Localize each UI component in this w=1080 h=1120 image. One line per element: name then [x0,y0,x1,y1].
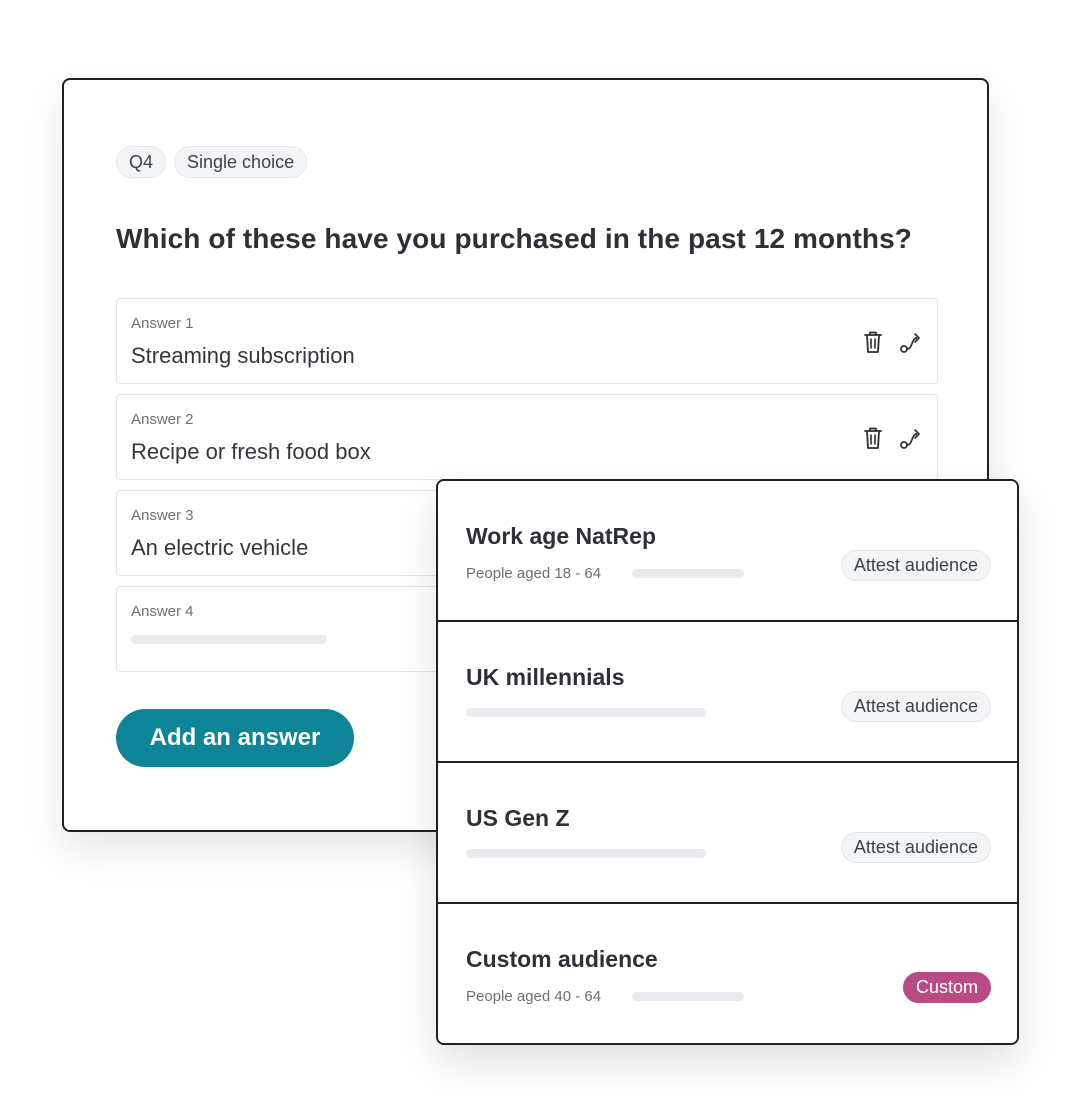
audience-list: Work age NatRep People aged 18 - 64 Atte… [436,479,1019,1045]
answer-label: Answer 4 [131,603,194,620]
answer-label: Answer 2 [131,411,194,428]
question-type-tag: Single choice [174,146,308,178]
trash-icon[interactable] [861,425,885,451]
audience-item-uk-millennials[interactable]: UK millennials Attest audience [438,622,1017,763]
add-answer-button[interactable]: Add an answer [116,709,354,767]
answer-input-placeholder[interactable] [131,635,327,644]
answer-input[interactable]: Recipe or fresh food box [131,439,371,465]
audience-placeholder-bar [632,569,744,578]
answer-field-1[interactable]: Answer 1 Streaming subscription [116,298,938,384]
audience-description: People aged 40 - 64 [466,988,602,1005]
question-tags: Q4 Single choice [116,146,308,178]
answer-actions [861,329,923,355]
answer-label: Answer 3 [131,507,194,524]
question-title[interactable]: Which of these have you purchased in the… [116,223,912,255]
audience-placeholder-bar [632,992,744,1001]
audience-name: Work age NatRep [466,523,657,549]
audience-placeholder-bar [466,708,706,717]
audience-name: UK millennials [466,664,625,690]
audience-type-badge: Attest audience [840,832,991,863]
answer-input[interactable]: An electric vehicle [131,535,308,561]
answer-field-2[interactable]: Answer 2 Recipe or fresh food box [116,394,938,480]
audience-placeholder-bar [466,849,706,858]
audience-description: People aged 18 - 64 [466,565,602,582]
audience-name: US Gen Z [466,805,570,831]
route-icon[interactable] [899,329,923,355]
question-number-tag: Q4 [116,146,167,178]
answer-input[interactable]: Streaming subscription [131,343,355,369]
custom-badge: Custom [902,972,991,1003]
answer-label: Answer 1 [131,315,194,332]
audience-item-us-gen-z[interactable]: US Gen Z Attest audience [438,763,1017,904]
route-icon[interactable] [899,425,923,451]
audience-item-work-age-natrep[interactable]: Work age NatRep People aged 18 - 64 Atte… [438,481,1017,622]
audience-item-custom[interactable]: Custom audience People aged 40 - 64 Cust… [438,904,1017,1043]
audience-type-badge: Attest audience [840,691,991,722]
audience-name: Custom audience [466,946,658,972]
trash-icon[interactable] [861,329,885,355]
answer-actions [861,425,923,451]
audience-type-badge: Attest audience [840,550,991,581]
